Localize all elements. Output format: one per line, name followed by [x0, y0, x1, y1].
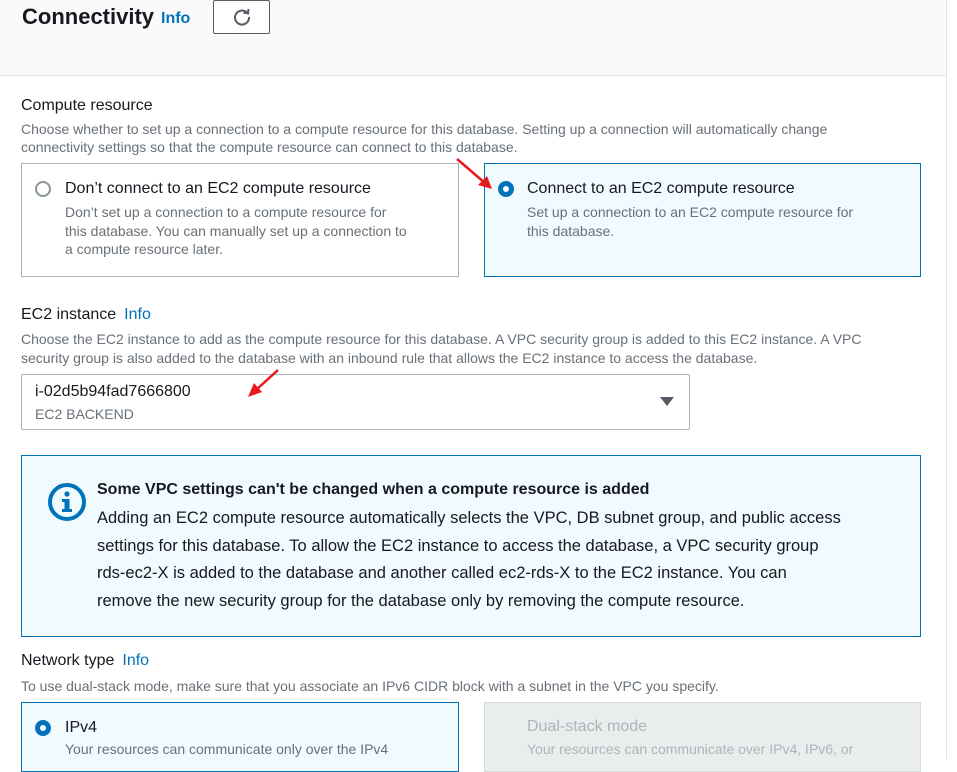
- caret-down-icon: [660, 397, 674, 406]
- option-connect-ec2-title: Connect to an EC2 compute resource: [527, 180, 795, 197]
- ec2-instance-description-1: Choose the EC2 instance to add as the co…: [21, 331, 862, 347]
- option-ipv4[interactable]: IPv4 Your resources can communicate only…: [21, 702, 459, 772]
- ec2-instance-select[interactable]: i-02d5b94fad7666800 EC2 BACKEND: [21, 374, 690, 430]
- network-type-label: Network type Info: [21, 652, 149, 670]
- info-circle-icon: [48, 483, 86, 521]
- option-dont-connect-title: Don’t connect to an EC2 compute resource: [65, 180, 371, 197]
- radio-connect-ec2[interactable]: [498, 181, 514, 197]
- network-type-info-link[interactable]: Info: [122, 652, 149, 669]
- radio-dont-connect[interactable]: [35, 181, 51, 197]
- option-connect-ec2-desc-2: this database.: [527, 222, 615, 239]
- alert-line: settings for this database. To allow the…: [97, 536, 819, 555]
- refresh-button[interactable]: [213, 0, 270, 34]
- alert-title: Some VPC settings can't be changed when …: [97, 481, 650, 498]
- refresh-icon: [233, 8, 250, 26]
- option-connect-ec2-desc-1: Set up a connection to an EC2 compute re…: [527, 204, 854, 220]
- network-type-label-text: Network type: [21, 652, 115, 669]
- scrollbar-track[interactable]: [946, 0, 957, 759]
- compute-resource-description-2: connectivity settings so that the comput…: [21, 139, 518, 155]
- option-dont-connect[interactable]: Don’t connect to an EC2 compute resource…: [21, 163, 459, 277]
- option-dont-connect-desc-2: this database. You can manually set up a…: [65, 222, 407, 239]
- compute-resource-label: Compute resource: [21, 97, 153, 114]
- vpc-info-alert: Some VPC settings can't be changed when …: [21, 455, 921, 637]
- option-dual-stack-desc: Your resources can communicate over IPv4…: [527, 741, 854, 757]
- alert-line: Adding an EC2 compute resource automatic…: [97, 509, 841, 527]
- option-dual-stack-title: Dual-stack mode: [527, 718, 648, 735]
- option-connect-ec2[interactable]: Connect to an EC2 compute resource Set u…: [484, 163, 921, 277]
- radio-ipv4[interactable]: [35, 720, 51, 736]
- option-dual-stack: Dual-stack mode Your resources can commu…: [484, 702, 921, 772]
- option-ipv4-title: IPv4: [65, 719, 98, 736]
- annotation-arrow-icon: [456, 158, 492, 189]
- compute-resource-description-1: Choose whether to set up a connection to…: [21, 121, 828, 137]
- option-dont-connect-desc-1: Don’t set up a connection to a compute r…: [65, 204, 387, 220]
- page-title: Connectivity: [22, 4, 155, 29]
- ec2-instance-info-link[interactable]: Info: [124, 306, 151, 323]
- alert-body: Adding an EC2 compute resource automatic…: [97, 505, 907, 615]
- ec2-instance-label-text: EC2 instance: [21, 306, 117, 323]
- alert-line: remove the new security group for the da…: [97, 591, 745, 610]
- title-info-link[interactable]: Info: [161, 10, 190, 28]
- ec2-instance-description-2: security group is also added to the data…: [21, 350, 758, 366]
- option-ipv4-desc: Your resources can communicate only over…: [65, 741, 389, 757]
- option-dont-connect-desc-3: a compute resource later.: [65, 241, 223, 257]
- ec2-instance-id: i-02d5b94fad7666800: [35, 383, 191, 400]
- annotation-arrow-icon: [248, 369, 279, 397]
- ec2-instance-name: EC2 BACKEND: [35, 406, 134, 422]
- alert-line: rds-ec2-X is added to the database and a…: [97, 564, 787, 582]
- network-type-description: To use dual-stack mode, make sure that y…: [21, 678, 719, 694]
- ec2-instance-label: EC2 instance Info: [21, 306, 151, 324]
